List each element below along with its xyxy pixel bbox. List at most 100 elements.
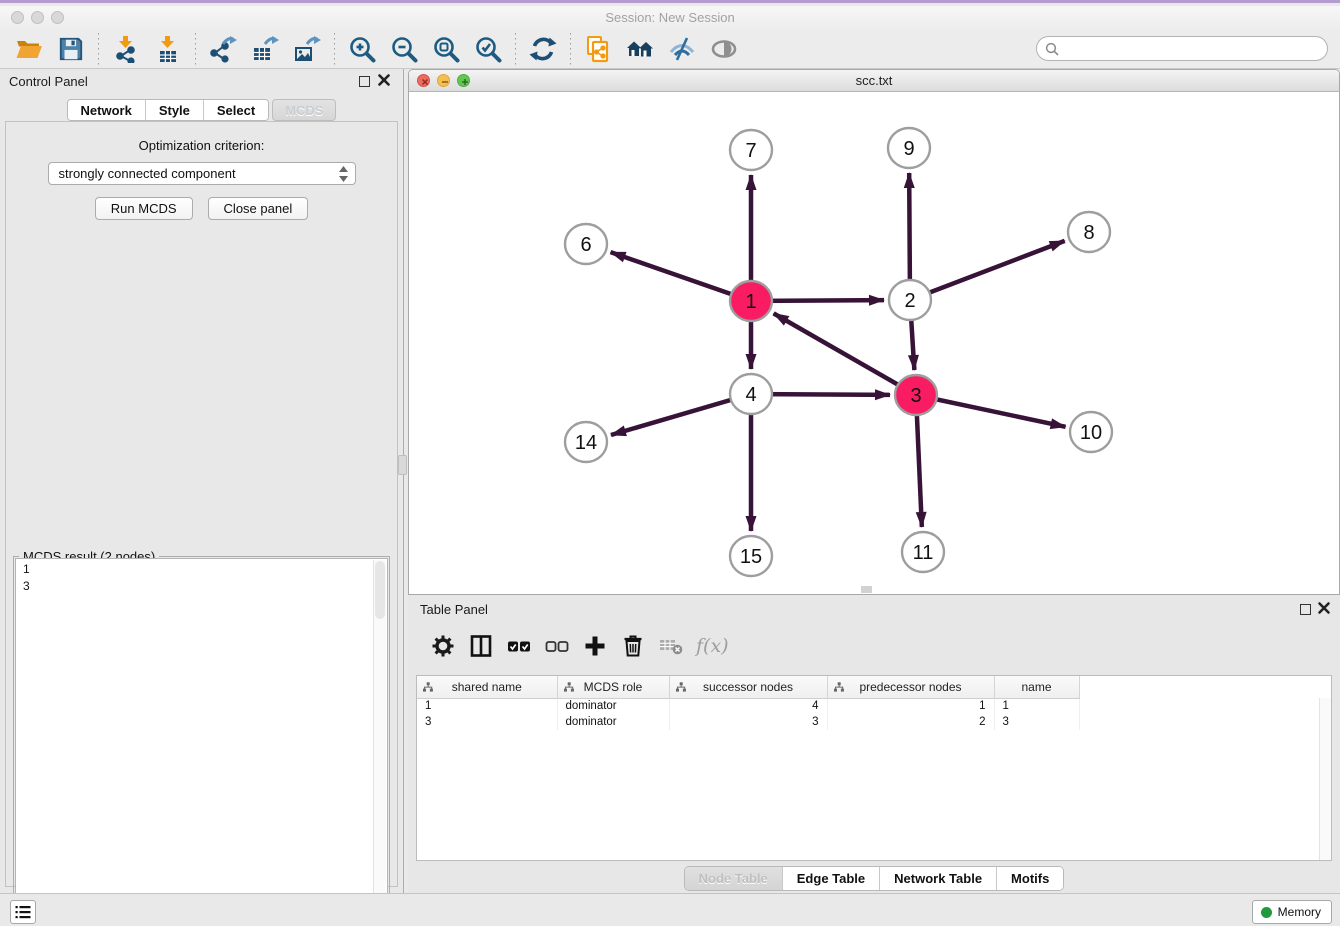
canvas-scroll-nub[interactable]	[861, 586, 872, 593]
delete-table-icon[interactable]	[657, 632, 685, 660]
node-label: 11	[913, 542, 934, 564]
clone-network-icon[interactable]	[583, 34, 613, 64]
zoom-selected-icon[interactable]	[473, 34, 503, 64]
table-cell[interactable]: 1	[827, 698, 994, 714]
table-cell[interactable]: dominator	[557, 698, 669, 714]
add-row-icon[interactable]	[581, 632, 609, 660]
toolbar-separator	[98, 33, 99, 65]
network-window-titlebar[interactable]: scc.txt	[409, 70, 1339, 92]
memory-button[interactable]: Memory	[1252, 900, 1332, 924]
node-10[interactable]: 10	[1070, 412, 1112, 452]
tab-mcds[interactable]: MCDS	[272, 99, 336, 121]
tab-network[interactable]: Network	[68, 100, 146, 120]
optimization-criterion-label: Optimization criterion:	[6, 138, 397, 153]
zoom-out-icon[interactable]	[389, 34, 419, 64]
zoom-in-icon[interactable]	[347, 34, 377, 64]
first-neighbors-icon[interactable]	[625, 34, 655, 64]
column-header-name[interactable]: name	[994, 676, 1079, 698]
table-cell[interactable]: 3	[994, 714, 1079, 730]
tab-network-table[interactable]: Network Table	[880, 867, 997, 890]
task-history-button[interactable]	[10, 900, 36, 924]
node-label: 15	[740, 546, 762, 568]
network-graph[interactable]: 7 9 6 8 1 2 4 3 14 10 15 11	[409, 92, 1339, 594]
mcds-result-area[interactable]: 1 3	[15, 558, 388, 924]
node-table[interactable]: shared name MCDS role successor nodes pr…	[416, 675, 1332, 861]
node-9[interactable]: 9	[888, 128, 930, 168]
split-columns-icon[interactable]	[467, 632, 495, 660]
table-row[interactable]: 1dominator411	[417, 698, 1331, 714]
float-panel-icon[interactable]	[359, 76, 370, 87]
refresh-layout-icon[interactable]	[528, 34, 558, 64]
select-all-icon[interactable]	[505, 632, 533, 660]
zoom-fit-icon[interactable]	[431, 34, 461, 64]
criterion-select[interactable]: strongly connected component	[48, 162, 356, 185]
node-11[interactable]: 11	[902, 532, 944, 572]
edge-3-10[interactable]	[916, 395, 1066, 427]
run-mcds-button[interactable]: Run MCDS	[95, 197, 193, 220]
show-hidden-eye-icon[interactable]	[709, 34, 739, 64]
edge-3-1[interactable]	[774, 313, 916, 395]
node-3[interactable]: 3	[895, 375, 937, 415]
save-icon[interactable]	[56, 34, 86, 64]
node-15[interactable]: 15	[730, 536, 772, 576]
float-table-panel-icon[interactable]	[1300, 604, 1311, 615]
tab-style[interactable]: Style	[146, 100, 204, 120]
table-cell[interactable]: 4	[669, 698, 827, 714]
search-input[interactable]	[1065, 41, 1319, 56]
tab-motifs[interactable]: Motifs	[997, 867, 1063, 890]
node-7[interactable]: 7	[730, 130, 772, 170]
toolbar-separator	[334, 33, 335, 65]
table-cell-filler	[1079, 714, 1331, 730]
export-image-icon[interactable]	[292, 34, 322, 64]
delete-row-icon[interactable]	[619, 632, 647, 660]
network-canvas[interactable]: 7 9 6 8 1 2 4 3 14 10 15 11	[409, 92, 1339, 594]
table-cell[interactable]: 1	[417, 698, 557, 714]
node-6[interactable]: 6	[565, 224, 607, 264]
tab-edge-table[interactable]: Edge Table	[783, 867, 880, 890]
node-label: 3	[910, 385, 921, 407]
node-4[interactable]: 4	[730, 374, 772, 414]
export-network-icon[interactable]	[208, 34, 238, 64]
sort-hierarchy-icon	[423, 682, 433, 692]
table-cell[interactable]: dominator	[557, 714, 669, 730]
search-box[interactable]	[1036, 36, 1328, 61]
table-cell[interactable]: 3	[417, 714, 557, 730]
open-folder-icon[interactable]	[14, 34, 44, 64]
tab-node-table[interactable]: Node Table	[685, 867, 783, 890]
control-panel-title: Control Panel	[9, 74, 88, 89]
import-table-icon[interactable]	[153, 34, 183, 64]
column-header-shared-name[interactable]: shared name	[417, 676, 557, 698]
table-cell[interactable]: 1	[994, 698, 1079, 714]
table-scrollbar[interactable]	[1319, 698, 1331, 860]
edge-2-8[interactable]	[910, 241, 1065, 300]
table-cell[interactable]: 3	[669, 714, 827, 730]
column-header-successor-nodes[interactable]: successor nodes	[669, 676, 827, 698]
mcds-result-groupbox: MCDS result (2 nodes) 1 3	[13, 550, 390, 926]
column-header-predecessor-nodes[interactable]: predecessor nodes	[827, 676, 994, 698]
edge-1-6[interactable]	[611, 252, 751, 301]
node-2[interactable]: 2	[889, 280, 931, 320]
gear-icon[interactable]	[429, 632, 457, 660]
table-row[interactable]: 3dominator323	[417, 714, 1331, 730]
node-14[interactable]: 14	[565, 422, 607, 462]
column-header-mcds-role[interactable]: MCDS role	[557, 676, 669, 698]
import-network-icon[interactable]	[111, 34, 141, 64]
control-panel-tabs: Network Style Select MCDS	[0, 99, 403, 121]
sort-hierarchy-icon	[676, 682, 686, 692]
network-window: scc.txt 7 9 6 8 1 2 4 3 14 10 15 11	[408, 69, 1340, 595]
table-cell[interactable]: 2	[827, 714, 994, 730]
memory-status-dot	[1261, 907, 1272, 918]
node-8[interactable]: 8	[1068, 212, 1110, 252]
memory-label: Memory	[1278, 905, 1321, 919]
panel-divider-handle[interactable]	[398, 455, 407, 475]
close-panel-button[interactable]: Close panel	[208, 197, 309, 220]
combo-arrows-icon	[338, 166, 349, 182]
node-1[interactable]: 1	[730, 281, 772, 321]
deselect-all-icon[interactable]	[543, 632, 571, 660]
close-panel-icon[interactable]	[377, 73, 391, 87]
hide-neighbors-icon[interactable]	[667, 34, 697, 64]
close-table-panel-icon[interactable]	[1317, 601, 1331, 615]
export-table-icon[interactable]	[250, 34, 280, 64]
result-scrollbar[interactable]	[373, 560, 386, 922]
tab-select[interactable]: Select	[204, 100, 268, 120]
